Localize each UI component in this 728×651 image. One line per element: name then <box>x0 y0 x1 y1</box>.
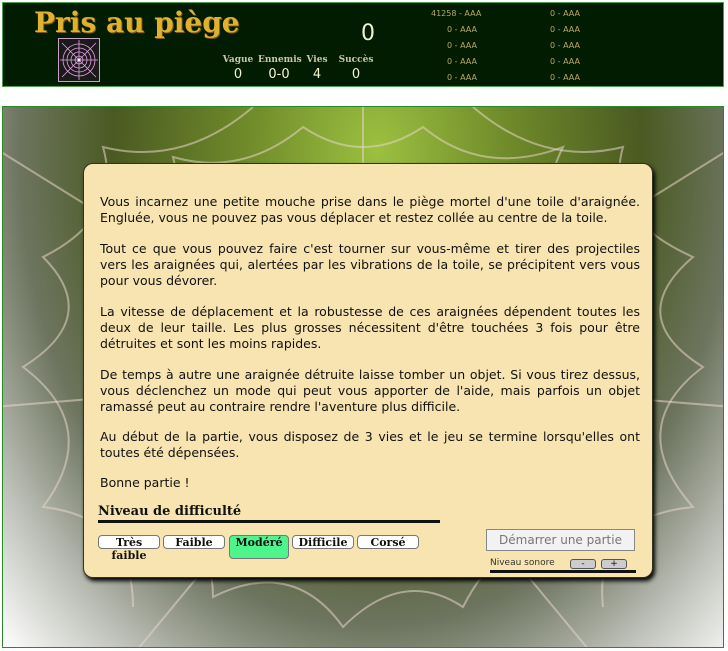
highscore-entry: 0 - AAA <box>550 25 580 34</box>
highscore-entry: 0 - AAA <box>550 41 580 50</box>
intro-paragraph: Vous incarnez une petite mouche prise da… <box>100 194 640 225</box>
highscore-entry: 0 - AAA <box>447 25 477 34</box>
volume-up-button[interactable]: + <box>601 559 627 569</box>
score-display: 0 <box>361 21 375 46</box>
highscore-entry: 0 - AAA <box>447 41 477 50</box>
stat-lives-label: Vies <box>306 55 328 65</box>
highscore-entry: 0 - AAA <box>550 57 580 66</box>
highscore-entry: 0 - AAA <box>447 57 477 66</box>
intro-paragraph: Au début de la partie, vous disposez de … <box>100 429 640 460</box>
volume-down-button[interactable]: - <box>570 559 596 569</box>
highscore-entry: 0 - AAA <box>447 73 477 82</box>
volume-bar <box>490 570 636 573</box>
intro-paragraph: Bonne partie ! <box>100 475 190 490</box>
intro-paragraph: La vitesse de déplacement et la robustes… <box>100 304 640 351</box>
highscore-entry: 41258 - AAA <box>431 9 482 18</box>
difficulty-very-hard-button[interactable]: Corsé <box>357 535 419 549</box>
stat-enemies-label: Ennemis <box>258 55 302 65</box>
difficulty-easy-button[interactable]: Faible <box>163 535 225 549</box>
stat-lives-value: 4 <box>312 67 322 82</box>
stat-success-value: 0 <box>351 67 361 82</box>
instructions-panel: Vous incarnez une petite mouche prise da… <box>83 163 653 578</box>
difficulty-heading: Niveau de difficulté <box>98 504 242 519</box>
stat-wave-value: 0 <box>233 67 243 82</box>
spider-web-logo-icon <box>58 38 100 82</box>
header-bar: Pris au piège 0 Vague Ennemis Vies Succè… <box>2 2 724 87</box>
difficulty-very-easy-button[interactable]: Très faible <box>98 535 160 562</box>
stat-enemies-value: 0-0 <box>268 67 290 82</box>
sound-level-label: Niveau sonore <box>490 558 555 568</box>
intro-paragraph: De temps à autre une araignée détruite l… <box>100 367 640 414</box>
stat-success-label: Succès <box>338 55 374 65</box>
game-board: Vous incarnez une petite mouche prise da… <box>2 106 724 648</box>
highscore-entry: 0 - AAA <box>550 73 580 82</box>
intro-paragraph: Tout ce que vous pouvez faire c'est tour… <box>100 241 640 288</box>
stat-wave-label: Vague <box>222 55 254 65</box>
difficulty-moderate-button[interactable]: Modéré <box>229 535 289 559</box>
difficulty-divider <box>98 520 440 523</box>
highscore-entry: 0 - AAA <box>550 9 580 18</box>
difficulty-hard-button[interactable]: Difficile <box>292 535 354 549</box>
game-title: Pris au piège <box>34 6 240 39</box>
start-game-button[interactable]: Démarrer une partie <box>486 529 635 551</box>
